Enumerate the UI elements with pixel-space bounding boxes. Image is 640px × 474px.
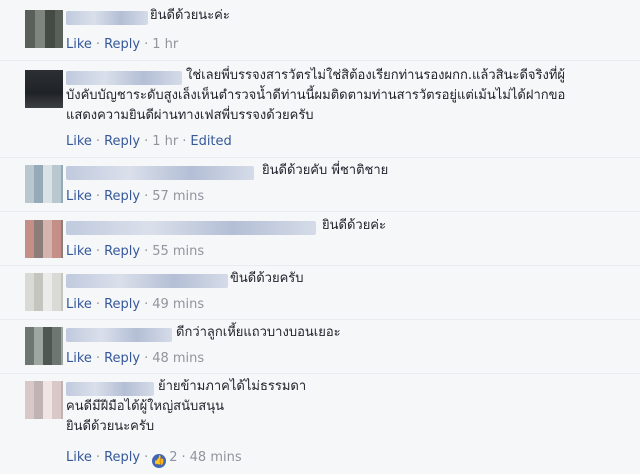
timestamp[interactable]: 48 mins — [190, 450, 242, 465]
comment-actions: Like · Reply · 👍 2 · 48 mins — [66, 449, 242, 468]
avatar[interactable] — [25, 220, 63, 258]
divider — [0, 319, 640, 320]
separator-dot: · — [144, 134, 149, 149]
divider — [0, 265, 640, 266]
separator-dot: · — [95, 297, 101, 312]
commenter-name-blurred[interactable] — [66, 166, 254, 180]
comment-text: ใช่เลยพี่บรรจงสารวัตรไม่ใช่สิต้องเรียกท่… — [186, 68, 566, 83]
comment-text: ยินดีด้วยนะครับ — [66, 419, 155, 434]
separator-dot: · — [144, 189, 149, 204]
comment-text: ยินดีด้วยค่ะ — [322, 218, 386, 233]
like-button[interactable]: Like — [66, 189, 92, 204]
avatar[interactable] — [25, 327, 63, 365]
timestamp[interactable]: 1 hr — [152, 134, 178, 149]
comment-text: ยินดีด้วยนะค่ะ — [150, 8, 230, 23]
comment-actions: Like · Reply · 49 mins — [66, 296, 204, 314]
avatar[interactable] — [25, 70, 63, 108]
avatar[interactable] — [25, 165, 63, 203]
comment-text: บังคับบัญชาระดับสูงเล็งเห็นตำรวจน้ำดีท่า… — [66, 88, 566, 103]
avatar[interactable] — [25, 10, 63, 48]
timestamp[interactable]: 48 mins — [152, 351, 204, 366]
avatar[interactable] — [25, 381, 63, 419]
comment-text: ขินดีด้วยครับ — [230, 271, 304, 286]
comment-text: ยินดีด้วยคับ พี่ชาติชาย — [262, 163, 389, 178]
separator-dot: · — [144, 244, 149, 259]
like-button[interactable]: Like — [66, 351, 92, 366]
commenter-name-blurred[interactable] — [66, 71, 182, 85]
avatar[interactable] — [25, 273, 63, 311]
thumbs-up-icon[interactable]: 👍 — [152, 454, 167, 468]
commenter-name-blurred[interactable] — [66, 328, 172, 342]
separator-dot: · — [181, 450, 186, 465]
divider — [0, 373, 640, 374]
separator-dot: · — [95, 189, 101, 204]
like-button[interactable]: Like — [66, 134, 92, 149]
separator-dot: · — [144, 450, 149, 465]
divider — [0, 157, 640, 158]
timestamp[interactable]: 55 mins — [152, 244, 204, 259]
separator-dot: · — [95, 351, 101, 366]
separator-dot: · — [144, 351, 149, 366]
reply-button[interactable]: Reply — [104, 189, 140, 204]
comment-actions: Like · Reply · 48 mins — [66, 350, 204, 368]
divider — [0, 60, 640, 61]
comment-actions: Like · Reply · 1 hr · Edited — [66, 133, 232, 151]
comment-actions: Like · Reply · 1 hr — [66, 36, 178, 54]
comment-text: ย้ายข้ามภาคได้ไม่ธรรมดา — [158, 379, 307, 394]
separator-dot: · — [182, 134, 187, 149]
commenter-name-blurred[interactable] — [66, 221, 316, 235]
commenter-name-blurred[interactable] — [66, 11, 148, 25]
reply-button[interactable]: Reply — [104, 297, 140, 312]
separator-dot: · — [144, 37, 149, 52]
divider — [0, 211, 640, 212]
like-count[interactable]: 2 — [169, 450, 177, 465]
timestamp[interactable]: 1 hr — [152, 37, 178, 52]
commenter-name-blurred[interactable] — [66, 274, 228, 288]
timestamp[interactable]: 57 mins — [152, 189, 204, 204]
comment-text: คนดีมีฝีมือได้ผู้ใหญ่สนับสนุน — [66, 399, 224, 414]
comment-actions: Like · Reply · 57 mins — [66, 188, 204, 206]
timestamp[interactable]: 49 mins — [152, 297, 204, 312]
separator-dot: · — [95, 37, 101, 52]
comment-text: ดีกว่าลูกเหี้ยแถวบางบอนเยอะ — [176, 325, 341, 340]
reply-button[interactable]: Reply — [104, 244, 140, 259]
reply-button[interactable]: Reply — [104, 37, 140, 52]
separator-dot: · — [144, 297, 149, 312]
commenter-name-blurred[interactable] — [66, 382, 154, 396]
comment-actions: Like · Reply · 55 mins — [66, 243, 204, 261]
separator-dot: · — [95, 450, 101, 465]
like-button[interactable]: Like — [66, 37, 92, 52]
like-button[interactable]: Like — [66, 244, 92, 259]
like-button[interactable]: Like — [66, 297, 92, 312]
separator-dot: · — [95, 244, 101, 259]
reply-button[interactable]: Reply — [104, 351, 140, 366]
comment-text: แสดงความยินดีผ่านทางเฟสพี่บรรจงด้วยครับ — [66, 108, 314, 123]
reply-button[interactable]: Reply — [104, 134, 140, 149]
separator-dot: · — [95, 134, 101, 149]
edited-link[interactable]: Edited — [190, 134, 231, 149]
like-button[interactable]: Like — [66, 450, 92, 465]
reply-button[interactable]: Reply — [104, 450, 140, 465]
